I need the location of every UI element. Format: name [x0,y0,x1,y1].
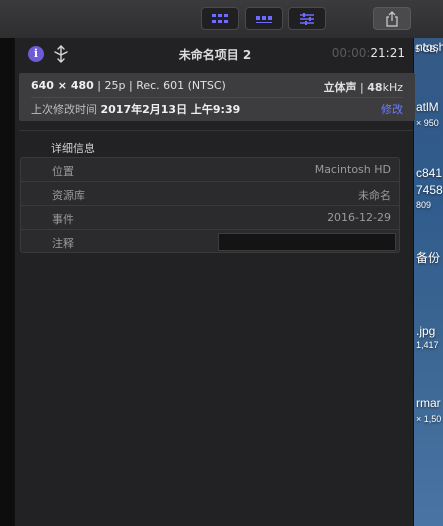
share-inspector-icon[interactable] [53,45,69,63]
desktop-text: 7458 [416,183,443,197]
modify-button[interactable]: 修改 [381,101,403,117]
audio-rate: 48 [367,81,383,94]
toolbar [0,0,443,39]
info-icon[interactable]: i [28,46,44,62]
format-details: | 25p | Rec. 601 (NTSC) [93,79,226,92]
detail-label: 资源库 [52,189,85,202]
desktop-text: 1,417 [416,340,439,350]
summary-divider [31,97,403,98]
project-title: 未命名项目 2 [178,48,252,62]
detail-value: 2016-12-29 [327,211,391,224]
desktop-text: c841 [416,166,443,180]
resolution: 640 × 480 [31,79,94,92]
desktop-text: × 950 [416,118,439,128]
grid-view-icon [212,13,228,23]
desktop-text: × 1,50 [416,414,442,424]
desktop-text: rmar [416,396,441,410]
audio-separator: | [356,81,368,94]
desktop-background: ntosh 5 GB, atlM × 950 c841 7458 809 备份 … [414,38,443,526]
viewer-edge [0,38,14,526]
audio-line: 立体声 | 48kHz [324,79,403,95]
detail-row-location: 位置 Macintosh HD [21,158,399,182]
format-line: 640 × 480 | 25p | Rec. 601 (NTSC) [31,79,226,92]
detail-row-notes: 注释 [21,230,399,254]
details-heading: 详细信息 [51,142,95,155]
detail-value: 未命名 [358,189,391,202]
audio-channels: 立体声 [323,81,357,94]
desktop-text: .jpg [416,324,436,338]
modified-value: 2017年2月13日 上午9:39 [100,103,241,116]
detail-row-library: 资源库 未命名 [21,182,399,206]
inspector-toggle-button[interactable] [288,7,326,30]
sliders-icon [300,12,314,25]
modified-line: 上次修改时间 2017年2月13日 上午9:39 [31,101,240,117]
desktop-text: 809 [416,200,432,210]
timecode-value: 21:21 [370,46,405,60]
detail-label: 注释 [52,237,74,250]
project-summary: 640 × 480 | 25p | Rec. 601 (NTSC) 立体声 | … [19,73,415,121]
inspector-panel: i 未命名项目 2 00:00:21:21 640 × 480 | 25p | … [14,38,415,526]
list-view-button[interactable] [245,7,283,30]
desktop-text: 备份 [416,251,441,265]
notes-input[interactable] [218,233,396,251]
grid-view-button[interactable] [201,7,239,30]
detail-row-event: 事件 2016-12-29 [21,206,399,230]
detail-label: 事件 [52,213,74,226]
desktop-text: atlM [416,100,439,114]
share-button[interactable] [373,7,411,30]
audio-unit: kHz [382,81,403,94]
modified-label: 上次修改时间 [31,103,101,116]
section-divider [19,130,413,131]
detail-value: Macintosh HD [314,163,391,176]
timecode-dim: 00:00: [331,46,371,60]
timecode: 00:00:21:21 [332,46,405,60]
desktop-text: 5 GB, [415,44,439,54]
detail-label: 位置 [52,165,74,178]
details-table: 位置 Macintosh HD 资源库 未命名 事件 2016-12-29 注释 [20,157,400,253]
inspector-header: i 未命名项目 2 00:00:21:21 [15,38,413,70]
share-icon [386,10,398,27]
list-view-icon [256,15,272,23]
